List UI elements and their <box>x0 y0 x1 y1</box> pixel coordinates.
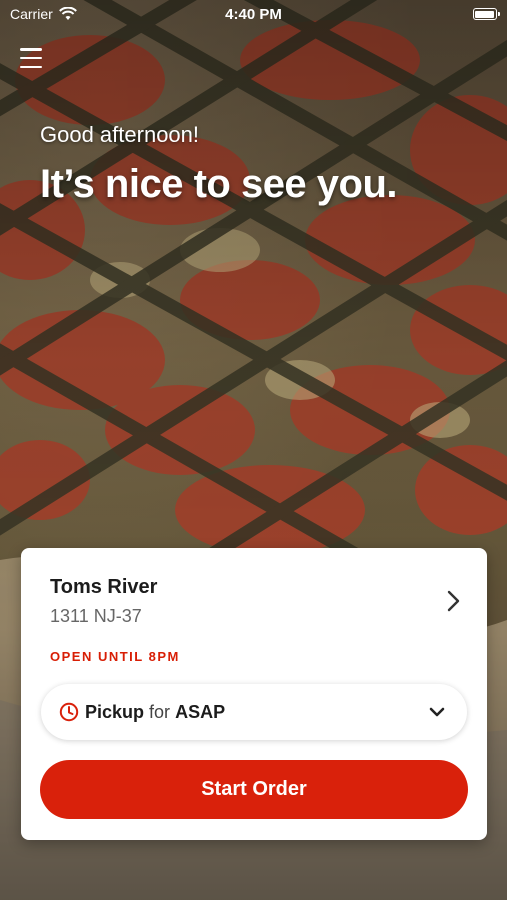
start-order-button[interactable]: Start Order <box>40 760 468 819</box>
pickup-time-selector[interactable]: Pickup for ASAP <box>41 684 467 740</box>
battery-icon <box>472 8 500 20</box>
status-right <box>377 8 500 20</box>
wifi-icon <box>58 7 77 20</box>
pickup-mode-label: Pickup <box>85 701 145 722</box>
home-screen: Carrier 4:40 PM Good afternoon! It’s nic… <box>0 0 507 900</box>
store-address: 1311 NJ-37 <box>50 606 142 626</box>
page-title: It’s nice to see you. <box>40 162 398 206</box>
store-name: Toms River <box>50 576 158 598</box>
menu-icon-line <box>20 48 42 51</box>
chevron-right-icon <box>447 590 460 612</box>
menu-icon-line <box>20 56 42 60</box>
clock-icon <box>59 702 79 722</box>
store-hours-status: OPEN UNTIL 8PM <box>50 649 180 664</box>
pickup-connector: for <box>149 701 171 722</box>
store-selector[interactable]: Toms River 1311 NJ-37 <box>50 576 463 626</box>
greeting-text: Good afternoon! <box>40 122 200 147</box>
status-time: 4:40 PM <box>225 5 282 23</box>
pickup-time-label: ASAP <box>175 701 226 722</box>
status-left: Carrier <box>10 6 130 22</box>
location-card: Toms River 1311 NJ-37 OPEN UNTIL 8PM Pic… <box>21 548 487 840</box>
pickup-summary: Pickup for ASAP <box>85 702 429 723</box>
menu-icon-line <box>20 65 42 68</box>
menu-button[interactable] <box>18 46 44 70</box>
carrier-label: Carrier <box>10 6 53 22</box>
status-bar: Carrier 4:40 PM <box>0 0 507 28</box>
chevron-down-icon <box>429 707 445 717</box>
